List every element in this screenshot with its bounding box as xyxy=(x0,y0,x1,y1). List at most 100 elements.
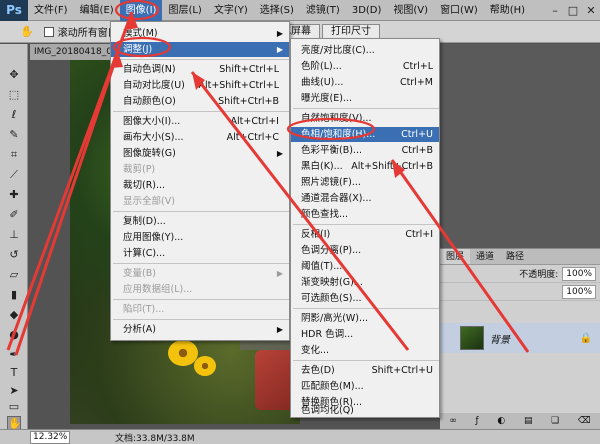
menu-window[interactable]: 窗口(W) xyxy=(434,0,484,21)
minimize-icon[interactable]: – xyxy=(546,0,564,21)
adjust-menu-item[interactable]: 自然饱和度(V)... xyxy=(291,111,439,126)
trash-icon[interactable]: ⌫ xyxy=(578,416,591,426)
gradient-tool-icon[interactable]: ▮ xyxy=(7,288,21,302)
image-menu-item[interactable]: 复制(D)... xyxy=(111,214,289,229)
link-layers-icon[interactable]: ∞ xyxy=(449,416,457,426)
adjust-menu-item[interactable]: 色相/饱和度(H)... Ctrl+U xyxy=(291,127,439,142)
zoom-input[interactable]: 12.32% xyxy=(30,430,70,444)
marquee-tool-icon[interactable]: ⬚ xyxy=(7,88,21,102)
image-menu-item[interactable]: 画布大小(S)... Alt+Ctrl+C xyxy=(111,130,289,145)
adjust-menu-item[interactable]: 反相(I) Ctrl+I xyxy=(291,227,439,242)
image-menu-item[interactable]: 计算(C)... xyxy=(111,246,289,261)
menu-image[interactable]: 图像(I) xyxy=(119,0,163,21)
menu-view[interactable]: 视图(V) xyxy=(387,0,434,21)
image-menu-item[interactable]: 自动色调(N) Shift+Ctrl+L xyxy=(111,62,289,77)
opacity-row: 不透明度: 100% xyxy=(440,265,600,283)
document-tab[interactable]: IMG_20180418_0 xyxy=(30,44,110,60)
fill-input[interactable]: 100% xyxy=(562,284,596,299)
menu-type[interactable]: 文字(Y) xyxy=(208,0,254,21)
menu-item-label: 色彩平衡(B)... xyxy=(301,145,362,156)
close-icon[interactable]: ✕ xyxy=(582,0,600,21)
folder-icon[interactable]: ▤ xyxy=(524,416,533,426)
menu-item-label: 计算(C)... xyxy=(123,248,166,259)
tab-layers[interactable]: 图层 xyxy=(440,249,471,264)
healing-brush-tool-icon[interactable]: ✚ xyxy=(7,188,21,202)
type-tool-icon[interactable]: T xyxy=(7,366,21,380)
adjust-menu-item[interactable]: 亮度/对比度(C)... xyxy=(291,43,439,58)
eraser-tool-icon[interactable]: ▱ xyxy=(7,268,21,282)
shape-tool-icon[interactable]: ▭ xyxy=(7,400,21,414)
adjust-menu-item[interactable]: 色阶(L)... Ctrl+L xyxy=(291,59,439,74)
menu-item-label: 应用数据组(L)... xyxy=(123,284,193,295)
layer-row-background[interactable]: 背景 🔒 xyxy=(440,323,600,353)
menu-item-label: 裁切(R)... xyxy=(123,180,166,191)
menu-item-shortcut: Alt+Shift+Ctrl+B xyxy=(351,161,433,172)
adjust-menu-item[interactable]: 黑白(K)... Alt+Shift+Ctrl+B xyxy=(291,159,439,174)
menu-item-shortcut: Ctrl+U xyxy=(401,129,433,140)
brush-tool-icon[interactable]: ✐ xyxy=(7,208,21,222)
image-menu-item[interactable]: 自动颜色(O) Shift+Ctrl+B xyxy=(111,94,289,109)
adjust-menu-item[interactable]: 通道混合器(X)... xyxy=(291,191,439,206)
path-select-tool-icon[interactable]: ➤ xyxy=(7,384,21,398)
quick-select-tool-icon[interactable]: ✎ xyxy=(7,128,21,142)
maximize-icon[interactable]: □ xyxy=(564,0,582,21)
image-menu: 模式(M) ▶ 调整(J) ▶ 自动色调(N) Shift+Ctrl+L 自动对比度(U) A… xyxy=(110,21,290,341)
clone-stamp-tool-icon[interactable]: ⊥ xyxy=(7,228,21,242)
image-menu-item[interactable]: 裁切(R)... xyxy=(111,178,289,193)
history-brush-tool-icon[interactable]: ↺ xyxy=(7,248,21,262)
image-menu-item[interactable]: 自动对比度(U) Alt+Shift+Ctrl+L xyxy=(111,78,289,93)
menu-item-label: 复制(D)... xyxy=(123,216,166,227)
scroll-all-checkbox[interactable] xyxy=(43,26,54,37)
image-menu-item[interactable]: 模式(M) ▶ xyxy=(111,26,289,41)
menu-item-label: 可选颜色(S)... xyxy=(301,293,362,304)
tab-paths[interactable]: 路径 xyxy=(500,249,530,264)
adjust-menu-item[interactable]: 曝光度(E)... xyxy=(291,91,439,106)
menu-separator xyxy=(293,308,439,309)
crop-tool-icon[interactable]: ⌗ xyxy=(7,148,21,162)
adjust-menu-item[interactable]: 匹配颜色(M)... xyxy=(291,379,439,394)
new-layer-icon[interactable]: ❏ xyxy=(551,416,559,426)
tab-channels[interactable]: 通道 xyxy=(470,249,500,264)
menu-help[interactable]: 帮助(H) xyxy=(484,0,531,21)
menu-filter[interactable]: 滤镜(T) xyxy=(300,0,346,21)
hand-tool-icon[interactable]: ✋ xyxy=(7,416,22,430)
image-menu-item[interactable]: 图像大小(I)... Alt+Ctrl+I xyxy=(111,114,289,129)
adjust-menu-item[interactable]: 曲线(U)... Ctrl+M xyxy=(291,75,439,90)
adjust-menu-item[interactable]: 去色(D) Shift+Ctrl+U xyxy=(291,363,439,378)
blur-tool-icon[interactable]: ◆ xyxy=(7,308,21,322)
menu-edit[interactable]: 编辑(E) xyxy=(74,0,120,21)
move-tool-icon[interactable]: ✥ xyxy=(7,68,21,82)
menu-layer[interactable]: 图层(L) xyxy=(162,0,207,21)
lasso-tool-icon[interactable]: ℓ xyxy=(7,108,21,122)
menu-select[interactable]: 选择(S) xyxy=(254,0,300,21)
menu-3d[interactable]: 3D(D) xyxy=(346,0,388,21)
adjust-menu-item[interactable]: 阴影/高光(W)... xyxy=(291,311,439,326)
adjust-menu-item[interactable]: 色彩平衡(B)... Ctrl+B xyxy=(291,143,439,158)
adjust-menu-item[interactable]: 颜色查找... xyxy=(291,207,439,222)
adjust-menu-item[interactable]: 渐变映射(G)... xyxy=(291,275,439,290)
adjust-menu-item[interactable]: 色调分离(P)... xyxy=(291,243,439,258)
fx-icon[interactable]: ƒ xyxy=(476,416,479,426)
dodge-tool-icon[interactable]: ● xyxy=(7,328,21,342)
pen-tool-icon[interactable]: ✒ xyxy=(7,348,21,362)
image-menu-item[interactable]: 应用图像(Y)... xyxy=(111,230,289,245)
canvas-flower xyxy=(194,356,216,376)
image-menu-item: 显示全部(V) xyxy=(111,194,289,209)
mask-icon[interactable]: ◐ xyxy=(497,416,505,426)
menu-file[interactable]: 文件(F) xyxy=(28,0,74,21)
menu-item-shortcut: Alt+Ctrl+C xyxy=(226,132,279,143)
adjust-menu-item[interactable]: 阈值(T)... xyxy=(291,259,439,274)
adjust-menu-item[interactable]: 可选颜色(S)... xyxy=(291,291,439,306)
menu-item-label: 色调均化(Q) xyxy=(301,405,354,416)
image-menu-item[interactable]: 调整(J) ▶ xyxy=(111,42,289,57)
adjust-menu-item[interactable]: HDR 色调... xyxy=(291,327,439,342)
menu-item-label: 通道混合器(X)... xyxy=(301,193,372,204)
adjust-menu-item[interactable]: 变化... xyxy=(291,343,439,358)
image-menu-item[interactable]: 图像旋转(G) ▶ xyxy=(111,146,289,161)
opacity-input[interactable]: 100% xyxy=(562,266,596,281)
adjust-menu-item[interactable]: 照片滤镜(F)... xyxy=(291,175,439,190)
image-menu-item[interactable]: 分析(A) ▶ xyxy=(111,322,289,337)
eyedropper-tool-icon[interactable]: ⟋ xyxy=(7,168,21,182)
adjust-menu-item[interactable]: 色调均化(Q) xyxy=(291,403,439,418)
layer-thumbnail xyxy=(460,326,484,350)
